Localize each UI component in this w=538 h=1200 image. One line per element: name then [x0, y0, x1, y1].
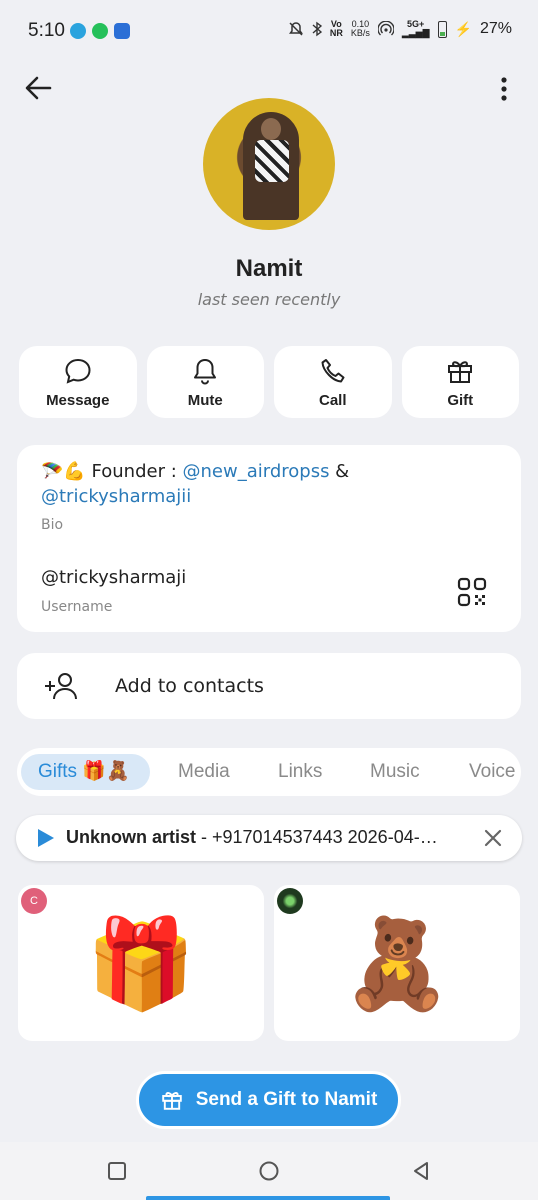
bell-icon	[194, 358, 217, 384]
gift-card[interactable]: C 🎁	[18, 885, 264, 1041]
battery-percent: 27%	[479, 20, 512, 37]
avatar-shirt	[255, 140, 289, 182]
gift-button[interactable]: Gift	[401, 346, 519, 418]
mute-label: Mute	[187, 391, 223, 409]
close-icon[interactable]	[482, 827, 504, 849]
music-player-bar[interactable]: Unknown artist - +917014537443 2026-04-…	[16, 815, 522, 861]
gift-icon	[161, 1092, 182, 1110]
player-track-info: Unknown artist - +917014537443 2026-04-…	[66, 827, 476, 848]
broadcast-icon	[114, 23, 130, 39]
player-track: - +917014537443 2026-04-…	[196, 827, 438, 847]
whatsapp-icon	[92, 23, 108, 39]
more-vertical-icon[interactable]	[494, 74, 514, 104]
player-artist: Unknown artist	[66, 827, 197, 847]
username-value[interactable]: @trickysharmaji	[41, 567, 186, 588]
bio-link-new-airdropss[interactable]: @new_airdropss	[183, 461, 330, 482]
status-time: 5:10	[28, 20, 65, 41]
hotspot-icon	[377, 21, 394, 36]
gift-icon	[448, 360, 473, 383]
gift-box-icon: 🎁	[86, 914, 196, 1013]
add-to-contacts-row[interactable]: Add to contacts	[17, 653, 521, 719]
username-label: Username	[41, 599, 113, 615]
tab-gifts[interactable]: Gifts 🎁🧸	[21, 754, 150, 790]
bio-link-trickysharmajii[interactable]: @trickysharmajii	[41, 486, 191, 507]
tab-music[interactable]: Music	[370, 754, 420, 790]
call-label: Call	[318, 391, 347, 409]
message-label: Message	[46, 391, 110, 409]
call-button[interactable]: Call	[274, 346, 392, 418]
info-card: 🪂💪 Founder : @new_airdropss & @trickysha…	[17, 445, 521, 632]
profile-avatar[interactable]	[203, 98, 335, 230]
signal-icon: 5G+ ▂▃▅▇	[401, 19, 430, 38]
avatar-head	[261, 118, 281, 140]
mute-bell-icon	[288, 22, 303, 36]
system-nav-bar	[0, 1142, 538, 1200]
tab-links[interactable]: Links	[278, 754, 322, 790]
teddy-bear-icon: 🧸	[342, 914, 452, 1013]
send-gift-peek	[146, 1196, 390, 1200]
bio-prefix: 🪂💪 Founder :	[41, 461, 183, 482]
tab-voice[interactable]: Voice	[469, 754, 515, 790]
bio-ampersand: &	[329, 461, 350, 482]
bio-label: Bio	[41, 517, 64, 533]
message-icon	[65, 358, 91, 384]
network-type: Vo NR	[329, 19, 343, 38]
mute-button[interactable]: Mute	[146, 346, 264, 418]
tab-media[interactable]: Media	[178, 754, 230, 790]
bio-text: 🪂💪 Founder : @new_airdropss & @trickysha…	[41, 459, 481, 509]
qr-code-icon[interactable]	[457, 577, 487, 607]
telegram-icon	[70, 23, 86, 39]
back-arrow-icon[interactable]	[22, 74, 54, 102]
battery-icon	[437, 20, 447, 38]
data-speed: 0.10 KB/s	[350, 19, 370, 38]
recents-icon[interactable]	[106, 1160, 128, 1182]
add-person-icon	[45, 673, 77, 700]
gift-label: Gift	[447, 391, 474, 409]
phone-icon	[321, 358, 345, 382]
profile-name: Namit	[235, 255, 303, 282]
send-gift-button[interactable]: Send a Gift to Namit	[136, 1071, 401, 1129]
send-gift-label: Send a Gift to Namit	[195, 1089, 378, 1110]
status-bar: 5:10 Vo NR 0.10 KB/s 5G+ ▂▃▅▇ ⚡ 27%	[0, 0, 538, 62]
add-to-contacts-label: Add to contacts	[115, 675, 264, 697]
media-tabs: Gifts 🎁🧸 Media Links Music Voice	[17, 748, 521, 796]
bluetooth-icon	[312, 21, 322, 37]
action-buttons: Message Mute Call Gift	[19, 346, 519, 418]
profile-status: last seen recently	[197, 290, 341, 309]
gift-card[interactable]: 🧸	[274, 885, 520, 1041]
back-nav-icon[interactable]	[410, 1160, 432, 1182]
status-right: Vo NR 0.10 KB/s 5G+ ▂▃▅▇ ⚡ 27%	[288, 20, 512, 38]
charging-icon: ⚡	[454, 20, 472, 37]
home-icon[interactable]	[258, 1160, 280, 1182]
message-button[interactable]: Message	[19, 346, 137, 418]
play-icon[interactable]	[38, 829, 54, 847]
